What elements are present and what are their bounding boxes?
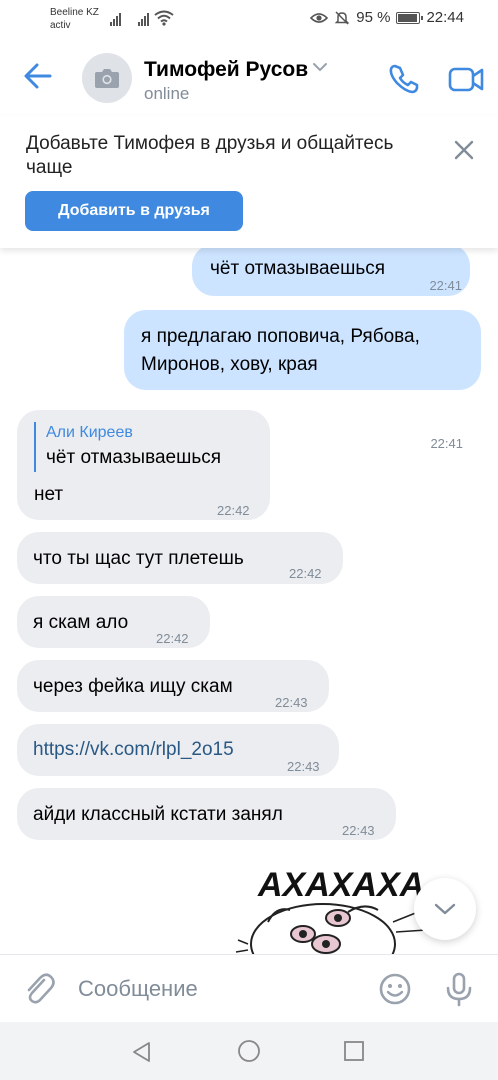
message-time: 22:42 xyxy=(156,631,189,646)
contact-status: online xyxy=(144,84,190,103)
message-time: 22:43 xyxy=(342,823,375,838)
message-time: 22:43 xyxy=(275,695,308,710)
signal-icon-2 xyxy=(138,12,149,26)
battery-icon xyxy=(396,11,424,24)
message-link[interactable]: https://vk.com/rlpl_2o15 xyxy=(33,735,234,765)
voice-message-button[interactable] xyxy=(444,971,474,1007)
camera-icon xyxy=(95,69,119,88)
add-friend-button[interactable]: Добавить в друзья xyxy=(25,191,243,231)
message-bubble-incoming[interactable]: я скам ало 22:42 xyxy=(17,596,210,648)
nav-home-icon[interactable] xyxy=(237,1039,261,1063)
message-text: чёт отмазываешься xyxy=(210,258,386,279)
close-icon xyxy=(454,140,474,160)
message-text: через фейка ищу скам xyxy=(33,676,233,697)
microphone-icon xyxy=(446,972,472,1007)
carrier-sub: activ xyxy=(50,20,71,31)
message-text: айди классный кстати занял xyxy=(33,804,283,825)
attach-icon xyxy=(27,973,55,1004)
nav-back-icon[interactable] xyxy=(130,1040,154,1064)
reply-text: чёт отмазываешься xyxy=(46,447,222,468)
sticker-image: АХАХАХА xyxy=(235,866,427,954)
message-bubble-incoming[interactable]: айди классный кстати занял 22:43 xyxy=(17,788,396,840)
message-list[interactable]: чёт отмазываешься 22:41 я предлагаю попо… xyxy=(0,248,498,954)
message-text-line-2: Миронов, хову, края xyxy=(141,354,318,375)
emoji-button[interactable] xyxy=(378,972,412,1006)
message-bubble-incoming[interactable]: что ты щас тут плетешь 22:42 xyxy=(17,532,343,584)
system-nav-bar xyxy=(0,1022,498,1080)
battery-percent: 95 % xyxy=(356,9,391,26)
message-input[interactable] xyxy=(78,969,358,1009)
message-text: что ты щас тут плетешь xyxy=(33,548,244,569)
chevron-down-icon xyxy=(434,903,456,915)
wifi-icon xyxy=(154,10,174,26)
carrier-label: Beeline KZ activ xyxy=(50,6,99,32)
message-text-line-1: я предлагаю поповича, Рябова, xyxy=(141,326,420,347)
message-bubble-incoming[interactable]: через фейка ищу скам 22:43 xyxy=(17,660,329,712)
message-time: 22:42 xyxy=(289,566,322,581)
back-arrow-icon xyxy=(24,63,52,89)
video-call-button[interactable] xyxy=(446,61,486,97)
video-camera-icon xyxy=(448,67,484,92)
emoji-icon xyxy=(379,973,411,1005)
call-button[interactable] xyxy=(386,61,422,97)
message-text: я скам ало xyxy=(33,612,129,633)
scroll-down-button[interactable] xyxy=(414,878,476,940)
carrier-name: Beeline KZ xyxy=(50,7,99,18)
message-time: 22:41 xyxy=(430,436,463,451)
message-time: 22:43 xyxy=(287,759,320,774)
avatar[interactable] xyxy=(82,53,132,103)
message-time: 22:42 xyxy=(217,503,250,518)
contact-name[interactable]: Тимофей Русов xyxy=(144,58,308,82)
message-time: 22:41 xyxy=(429,278,462,293)
message-bubble-outgoing[interactable]: я предлагаю поповича, Рябова, Миронов, х… xyxy=(124,310,481,451)
phone-icon xyxy=(389,64,419,94)
sticker-text: АХАХАХА xyxy=(257,866,424,904)
message-bubble-incoming-link[interactable]: https://vk.com/rlpl_2o15 22:43 xyxy=(17,724,339,776)
back-button[interactable] xyxy=(20,58,56,94)
clock: 22:44 xyxy=(426,9,464,26)
message-text: нет xyxy=(34,484,64,505)
status-bar: Beeline KZ activ 95 % 22:44 xyxy=(0,0,498,40)
status-right: 95 % 22:44 xyxy=(310,9,464,26)
chat-header: Тимофей Русов online xyxy=(0,40,498,116)
nav-recent-icon[interactable] xyxy=(343,1040,365,1062)
reply-quote[interactable]: Али Киреев чёт отмазываешься xyxy=(34,422,221,472)
message-composer xyxy=(0,954,498,1022)
eye-icon xyxy=(310,12,329,23)
bell-off-icon xyxy=(334,10,350,25)
attach-button[interactable] xyxy=(22,971,56,1007)
message-bubble-outgoing[interactable]: чёт отмазываешься 22:41 xyxy=(192,248,470,296)
sticker[interactable]: АХАХАХА xyxy=(228,852,440,954)
signal-icon xyxy=(110,12,121,26)
chevron-down-icon[interactable] xyxy=(312,62,328,72)
reply-author: Али Киреев xyxy=(46,424,133,441)
add-friend-banner: Добавьте Тимофея в друзья и общайтесь ча… xyxy=(0,116,498,248)
message-bubble-incoming-reply[interactable]: Али Киреев чёт отмазываешься нет 22:42 xyxy=(17,410,270,520)
close-banner-button[interactable] xyxy=(450,136,478,164)
banner-text: Добавьте Тимофея в друзья и общайтесь ча… xyxy=(26,133,394,178)
